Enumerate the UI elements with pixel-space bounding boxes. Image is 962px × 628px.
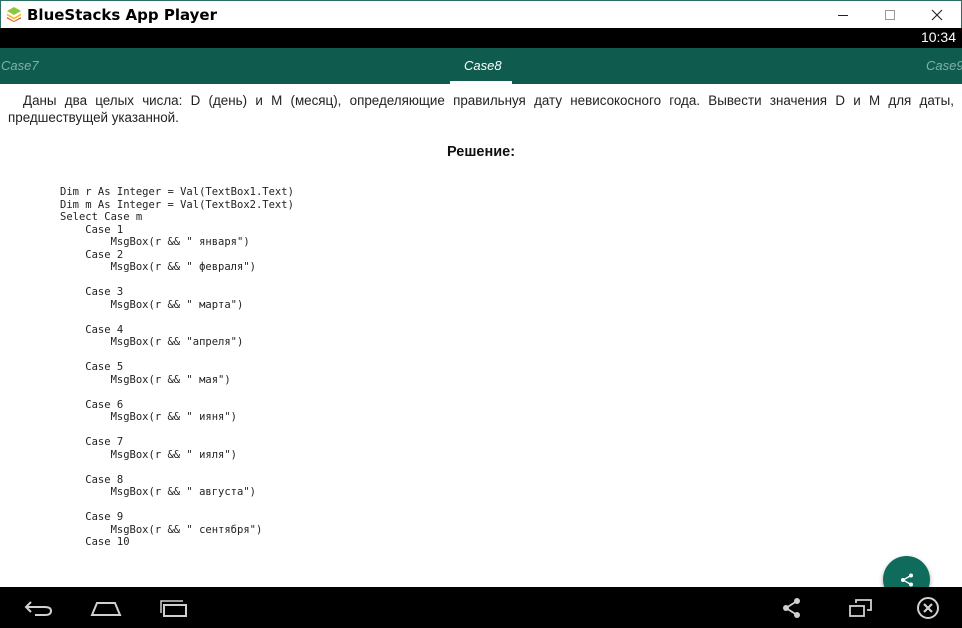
code-line: MsgBox(r && " августа")	[60, 486, 256, 498]
code-line: MsgBox(r && "апреля")	[60, 336, 244, 348]
solution-heading: Решение:	[446, 144, 516, 160]
close-app-button[interactable]	[910, 595, 946, 621]
status-bar: 10:34	[0, 28, 962, 48]
recent-apps-icon	[160, 600, 187, 617]
back-button[interactable]	[21, 595, 57, 621]
status-clock: 10:34	[920, 29, 956, 45]
back-icon	[24, 601, 53, 616]
code-line: MsgBox(r && " января")	[60, 236, 250, 248]
code-line: MsgBox(r && " марта")	[60, 299, 244, 311]
close-window-button[interactable]	[913, 1, 961, 28]
recent-apps-button[interactable]	[156, 595, 192, 621]
tab-previous[interactable]: Case7	[1, 58, 39, 73]
maximize-button[interactable]	[866, 1, 914, 28]
share-icon	[783, 598, 800, 618]
maximize-icon	[885, 9, 895, 20]
tab-bar: Case7 Case8 Case9	[0, 48, 962, 84]
window-title: BlueStacks App Player	[27, 6, 217, 24]
content-area[interactable]: Даны два целых числа: D (день) и M (меся…	[0, 84, 962, 587]
share-button[interactable]	[774, 595, 810, 621]
share-fab-button[interactable]	[883, 556, 930, 587]
multi-window-button[interactable]	[843, 595, 879, 621]
home-button[interactable]	[88, 595, 124, 621]
home-icon	[90, 602, 122, 616]
share-icon	[900, 573, 913, 586]
multi-window-icon	[849, 599, 872, 617]
code-line: Case 9	[60, 511, 124, 523]
code-line: Case 10	[60, 536, 130, 546]
code-line: MsgBox(r && " мая")	[60, 374, 231, 386]
code-block: Dim r As Integer = Val(TextBox1.Text) Di…	[60, 186, 560, 546]
code-line: Dim r As Integer = Val(TextBox1.Text)	[60, 186, 294, 198]
code-line: Select Case m	[60, 211, 143, 223]
minimize-button[interactable]	[819, 1, 867, 28]
minimize-icon	[838, 14, 848, 16]
code-line: MsgBox(r && " ияня")	[60, 411, 238, 423]
tab-current[interactable]: Case8	[464, 58, 502, 73]
task-description: Даны два целых числа: D (день) и M (меся…	[8, 93, 954, 125]
code-line: MsgBox(r && " ияля")	[60, 449, 238, 461]
code-line: Case 3	[60, 286, 124, 298]
tab-next[interactable]: Case9	[926, 58, 962, 73]
code-line: MsgBox(r && " февраля")	[60, 261, 256, 273]
navigation-bar	[0, 587, 962, 628]
code-line: Case 5	[60, 361, 124, 373]
bluestacks-logo-icon	[7, 7, 21, 22]
code-line: Case 7	[60, 436, 124, 448]
close-icon	[917, 597, 939, 619]
window-title-bar[interactable]: BlueStacks App Player	[0, 0, 962, 28]
close-icon	[931, 9, 943, 20]
